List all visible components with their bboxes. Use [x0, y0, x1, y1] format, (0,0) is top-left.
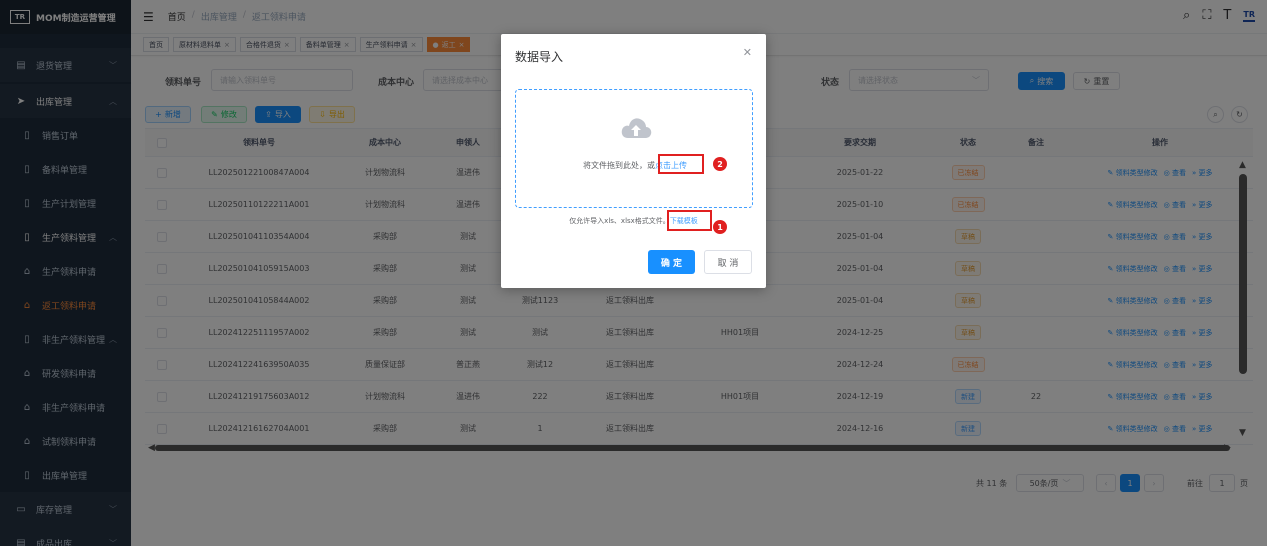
cancel-button[interactable]: 取 消 — [704, 250, 752, 274]
highlight-box-upload — [658, 154, 704, 174]
close-icon[interactable]: ✕ — [743, 46, 752, 59]
dialog-title: 数据导入 — [515, 50, 564, 64]
step-marker-2: 2 — [713, 157, 727, 171]
confirm-button[interactable]: 确 定 — [648, 250, 695, 274]
highlight-box-template — [667, 210, 712, 231]
step-marker-1: 1 — [713, 220, 727, 234]
cloud-upload-icon — [621, 118, 652, 138]
upload-dropzone[interactable]: 将文件拖到此处，或点击上传 2 — [515, 89, 753, 208]
import-dialog: 数据导入 ✕ 将文件拖到此处，或点击上传 2 仅允许导入xls、xlsx格式文件… — [501, 34, 766, 288]
